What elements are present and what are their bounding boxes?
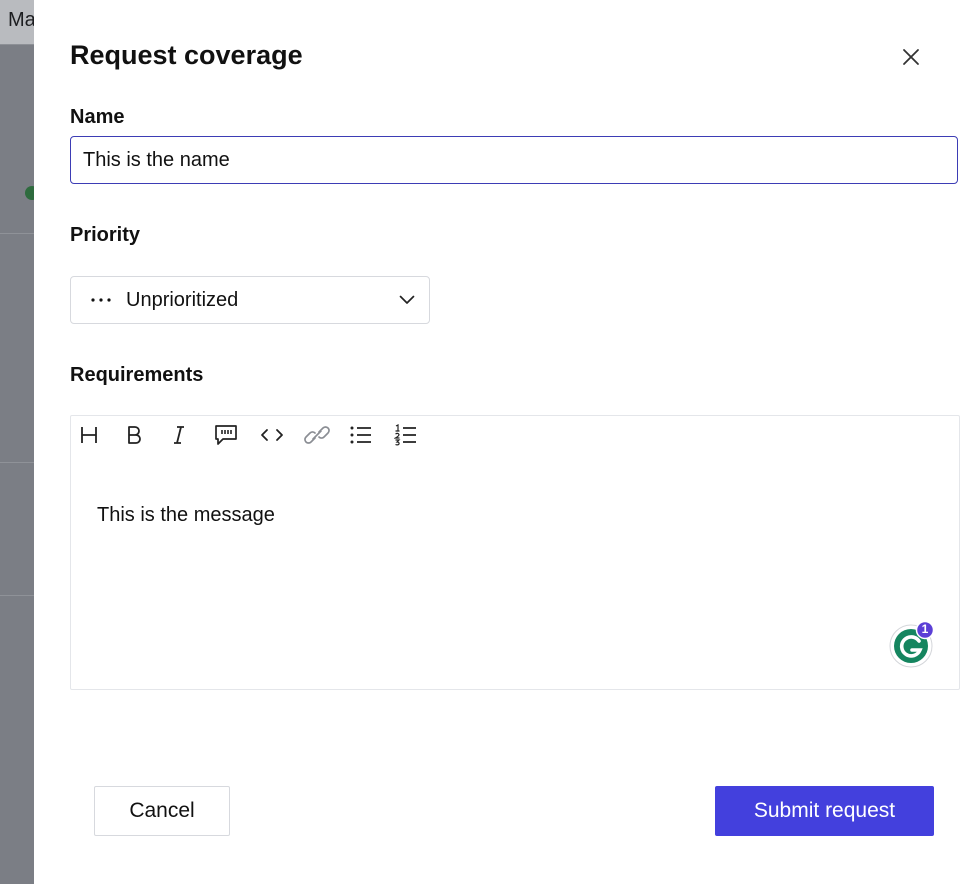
background-divider [0, 595, 34, 596]
background-title: Ma [8, 9, 34, 31]
close-icon [903, 49, 919, 65]
requirements-text[interactable]: This is the message [97, 504, 275, 527]
bold-icon [128, 426, 141, 444]
bold-button[interactable] [122, 422, 167, 448]
bullet-list-icon [350, 426, 371, 444]
italic-icon [174, 426, 184, 444]
grammarly-button[interactable]: 1 [889, 620, 937, 668]
background-divider [0, 462, 34, 463]
background-header: Ma [0, 0, 34, 45]
bullet-list-button[interactable] [347, 422, 392, 448]
submit-request-button[interactable]: Submit request [715, 786, 934, 836]
numbered-list-button[interactable] [392, 422, 437, 448]
cancel-button[interactable]: Cancel [94, 786, 230, 836]
requirements-label: Requirements [70, 364, 204, 386]
name-label: Name [70, 106, 125, 128]
heading-icon [81, 427, 97, 443]
background-status-dot [25, 186, 34, 200]
close-button[interactable] [898, 44, 924, 70]
priority-select[interactable]: Unprioritized [70, 276, 430, 324]
quote-button[interactable] [212, 422, 257, 448]
priority-value: Unprioritized [126, 288, 239, 311]
code-icon [261, 429, 283, 441]
chevron-down-icon [399, 292, 415, 308]
quote-icon [215, 425, 237, 445]
link-button[interactable] [302, 422, 347, 448]
background-page: Ma [0, 0, 34, 884]
link-icon [304, 426, 330, 444]
grammarly-badge-count: 1 [921, 622, 929, 636]
italic-button[interactable] [167, 422, 212, 448]
request-coverage-drawer: Request coverage Name Priority Unpriorit… [34, 0, 966, 884]
background-divider [0, 233, 34, 234]
priority-label: Priority [70, 224, 141, 246]
numbered-list-icon [394, 424, 416, 446]
drawer-title: Request coverage [70, 40, 303, 70]
requirements-editor[interactable]: This is the message 1 [70, 415, 960, 690]
name-input[interactable] [70, 136, 958, 184]
editor-toolbar [77, 422, 437, 448]
code-button[interactable] [257, 422, 302, 448]
heading-button[interactable] [77, 422, 122, 448]
ellipsis-icon [91, 297, 111, 303]
